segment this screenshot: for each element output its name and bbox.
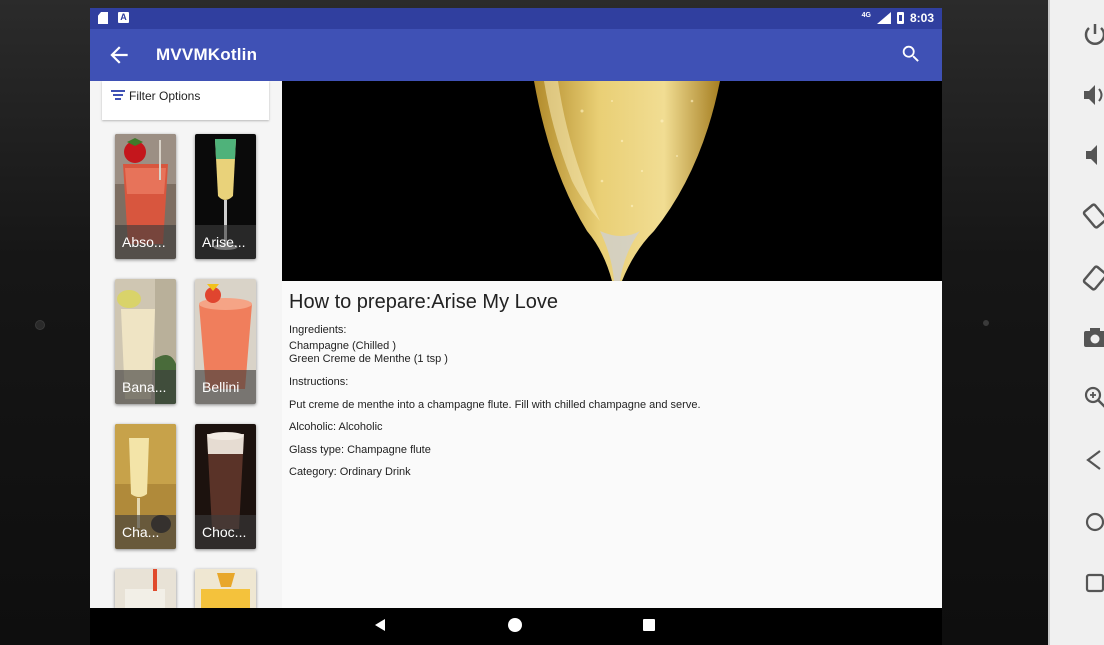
volume-up-button[interactable] <box>1080 80 1104 110</box>
drink-thumbnail <box>115 569 176 608</box>
drink-card[interactable]: Cha... <box>115 424 176 549</box>
camera-icon <box>1084 328 1104 347</box>
drink-card[interactable] <box>115 569 176 608</box>
status-bar: A 4G 8:03 <box>90 8 942 29</box>
app-title: MVVMKotlin <box>156 45 258 64</box>
drink-card[interactable]: Bellini <box>195 279 256 404</box>
nav-home-icon[interactable] <box>508 618 522 632</box>
device-bezel-right <box>942 0 1048 645</box>
system-nav-bar <box>90 608 942 645</box>
search-icon <box>902 45 919 62</box>
volume-down-button[interactable] <box>1080 140 1104 170</box>
drink-card[interactable]: Arise... <box>195 134 256 259</box>
ingredient-item: Champagne (Chilled ) <box>289 340 396 352</box>
back-button[interactable] <box>106 42 132 68</box>
drink-card-label: Abso... <box>115 225 176 259</box>
bezel-sensor <box>983 320 989 326</box>
champagne-glass-image <box>282 81 942 281</box>
back-icon <box>1086 450 1101 470</box>
emu-home-button[interactable] <box>1080 507 1104 537</box>
nav-back-icon[interactable] <box>373 618 387 632</box>
screenshot-button[interactable] <box>1080 323 1104 353</box>
drink-card[interactable]: Choc... <box>195 424 256 549</box>
more-icon <box>1080 628 1104 645</box>
drink-card-label: Choc... <box>195 515 256 549</box>
drink-card[interactable]: Abso... <box>115 134 176 259</box>
volume-up-icon <box>1084 85 1103 105</box>
zoom-button[interactable] <box>1080 382 1104 412</box>
sd-card-icon <box>98 12 108 24</box>
drink-card[interactable] <box>195 569 256 608</box>
category-text: Category: Ordinary Drink <box>289 466 411 478</box>
overview-icon <box>1085 573 1104 593</box>
filter-label: Filter Options <box>129 89 201 103</box>
power-icon <box>1084 24 1104 45</box>
app-bar: MVVMKotlin <box>90 29 942 81</box>
content-area: Filter Options Abso... Arise... Bana... … <box>90 81 942 608</box>
device-screen: A 4G 8:03 MVVMKotlin Filter Options Abso… <box>90 8 942 645</box>
instructions-heading: Instructions: <box>289 376 349 388</box>
drink-detail-pane: How to prepare:Arise My Love Ingredients… <box>282 81 942 608</box>
battery-icon <box>896 12 904 24</box>
network-type: 4G <box>861 11 871 19</box>
bezel-sensor <box>35 320 45 330</box>
filter-options-button[interactable]: Filter Options <box>102 81 269 120</box>
ingredients-heading: Ingredients: <box>289 324 347 336</box>
drink-list-pane: Filter Options Abso... Arise... Bana... … <box>90 81 282 608</box>
drink-hero-image <box>282 81 942 281</box>
notification-a-icon: A <box>118 12 129 23</box>
emulator-control-panel <box>1048 0 1104 645</box>
drink-card-label: Bana... <box>115 370 176 404</box>
drink-card-label: Bellini <box>195 370 256 404</box>
device-bezel-left <box>0 0 90 645</box>
home-icon <box>1085 512 1104 532</box>
drink-card-label: Cha... <box>115 515 176 549</box>
power-button[interactable] <box>1080 20 1104 50</box>
alcoholic-text: Alcoholic: Alcoholic <box>289 421 383 433</box>
filter-icon <box>111 90 125 102</box>
drink-thumbnail <box>195 569 256 608</box>
drink-card-label: Arise... <box>195 225 256 259</box>
detail-title: How to prepare:Arise My Love <box>289 291 559 313</box>
arrow-back-icon <box>110 46 128 64</box>
rotate-left-icon <box>1082 203 1104 229</box>
more-button[interactable] <box>1080 628 1104 645</box>
clock: 8:03 <box>909 11 934 25</box>
emu-overview-button[interactable] <box>1080 568 1104 598</box>
nav-recents-icon[interactable] <box>643 619 655 631</box>
drink-card[interactable]: Bana... <box>115 279 176 404</box>
zoom-icon <box>1084 386 1104 408</box>
signal-icon <box>876 12 891 24</box>
emu-back-button[interactable] <box>1080 445 1104 475</box>
glass-type-text: Glass type: Champagne flute <box>289 444 431 456</box>
volume-down-icon <box>1086 145 1097 165</box>
rotate-right-icon <box>1082 265 1104 291</box>
search-button[interactable] <box>900 43 924 67</box>
rotate-right-button[interactable] <box>1080 262 1104 292</box>
rotate-left-button[interactable] <box>1080 200 1104 230</box>
ingredient-item: Green Creme de Menthe (1 tsp ) <box>289 353 448 365</box>
instructions-text: Put creme de menthe into a champagne flu… <box>289 399 701 411</box>
